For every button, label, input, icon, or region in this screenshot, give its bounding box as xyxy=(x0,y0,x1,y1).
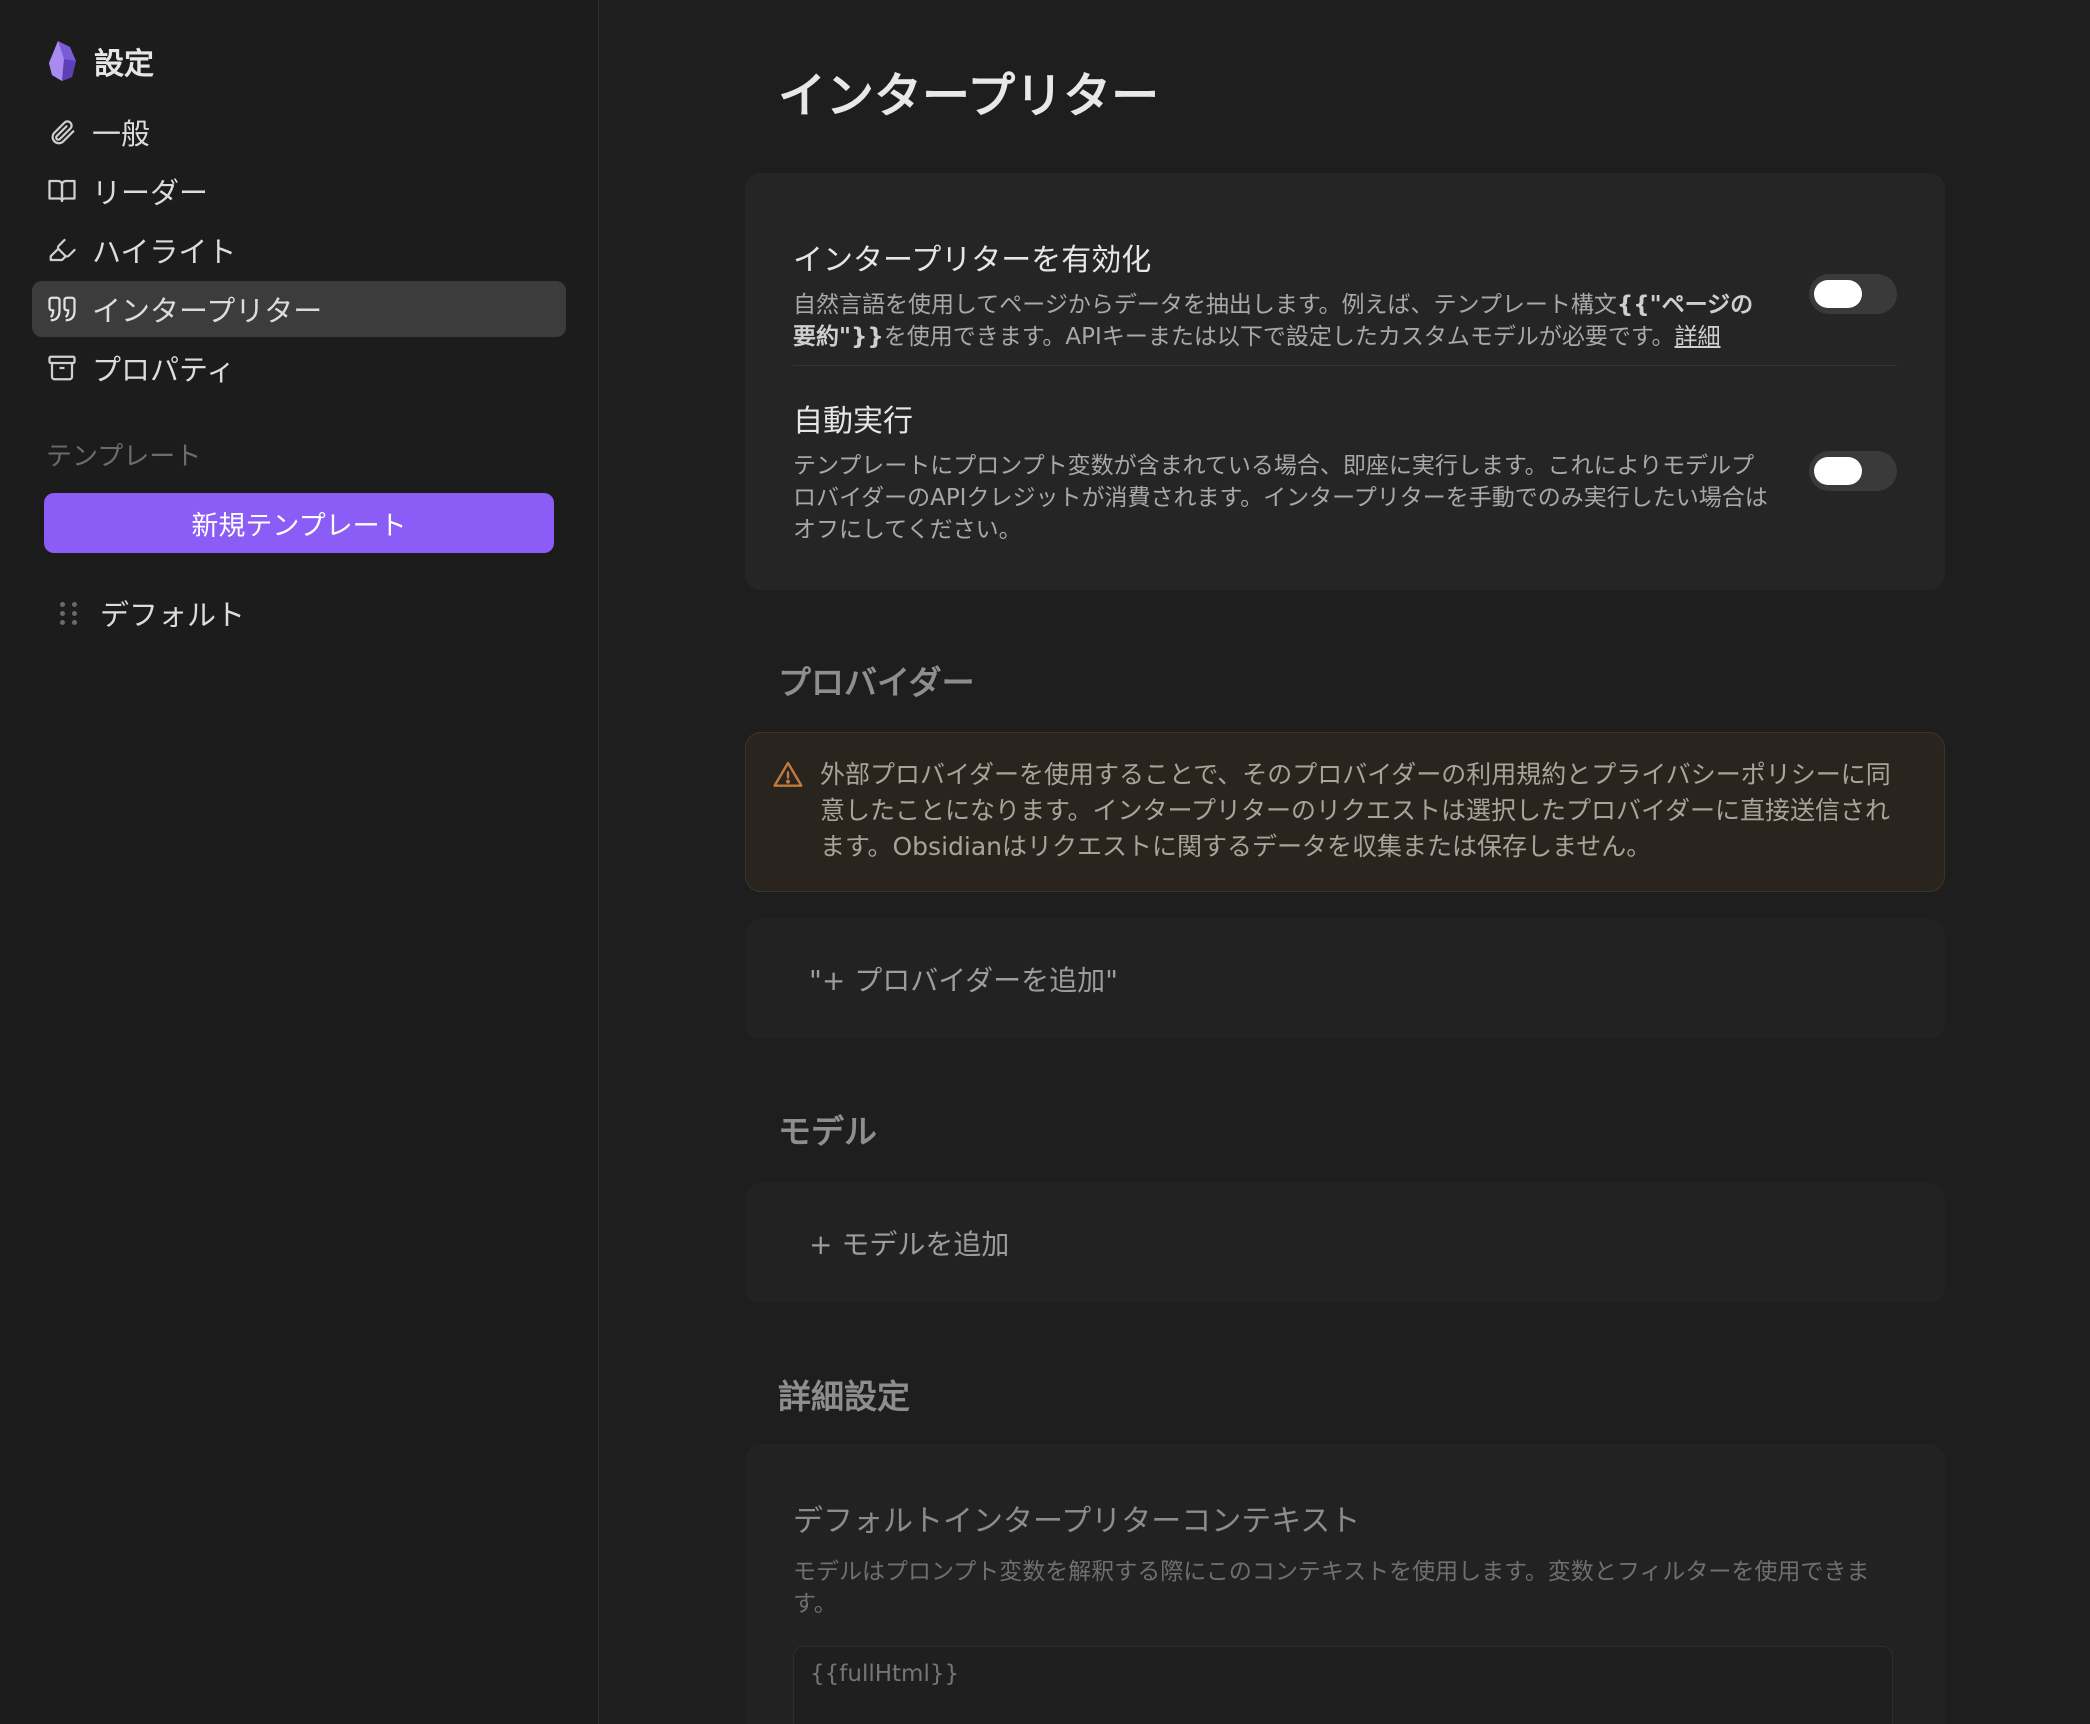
book-open-icon xyxy=(46,175,78,207)
sidebar-item-label: プロパティ xyxy=(92,353,236,387)
sidebar-item-label: ハイライト xyxy=(92,235,237,269)
warning-triangle-icon xyxy=(773,761,803,787)
settings-window: 設定 一般 リーダー ハイライト インタープリター プロパティ テンプレート 新… xyxy=(0,0,2090,1724)
setting-enable-interpreter: インタープリターを有効化 自然言語を使用してページからデータを抽出します。例えば… xyxy=(793,173,1897,366)
sidebar-item-reader[interactable]: リーダー xyxy=(32,163,566,219)
setting-name: 自動実行 xyxy=(793,404,913,439)
desc-text: を使用できます。APIキーまたは以下で設定したカスタムモデルが必要です。 xyxy=(883,324,1675,350)
sidebar-item-label: 一般 xyxy=(92,117,151,151)
sidebar-item-label: インタープリター xyxy=(92,294,323,328)
setting-description: テンプレートにプロンプト変数が含まれている場合、即座に実行します。これによりモデ… xyxy=(793,453,1768,543)
template-label: デフォルト xyxy=(100,598,246,632)
templates-section-label: テンプレート xyxy=(46,442,202,472)
auto-run-toggle[interactable] xyxy=(1809,451,1897,491)
provider-warning-callout: 外部プロバイダーを使用することで、そのプロバイダーの利用規約とプライバシーポリシ… xyxy=(745,732,1945,892)
toggle-knob xyxy=(1814,280,1862,308)
sidebar-item-label: リーダー xyxy=(92,176,209,210)
interpreter-context-input[interactable] xyxy=(793,1646,1893,1724)
new-template-button[interactable]: 新規テンプレート xyxy=(44,493,554,553)
interpreter-settings-card: インタープリターを有効化 自然言語を使用してページからデータを抽出します。例えば… xyxy=(745,173,1945,590)
add-model-button[interactable]: + モデルを追加 xyxy=(745,1183,1945,1303)
models-section-title: モデル xyxy=(778,1112,877,1151)
sidebar-item-highlights[interactable]: ハイライト xyxy=(32,222,566,278)
setting-description: 自然言語を使用してページからデータを抽出します。例えば、テンプレート構文{{"ペ… xyxy=(793,289,1773,353)
warning-text: 外部プロバイダーを使用することで、そのプロバイダーの利用規約とプライバシーポリシ… xyxy=(820,760,1891,861)
setting-description: モデルはプロンプト変数を解釈する際にこのコンテキストを使用します。変数とフィルタ… xyxy=(793,1559,1870,1617)
paperclip-icon xyxy=(46,116,78,148)
add-provider-button[interactable]: "+ プロバイダーを追加" xyxy=(745,919,1945,1039)
sidebar-header: 設定 xyxy=(32,36,566,86)
main-content: インタープリター インタープリターを有効化 自然言語を使用してページからデータを… xyxy=(599,0,2090,1724)
setting-auto-run: 自動実行 テンプレートにプロンプト変数が含まれている場合、即座に実行します。これ… xyxy=(793,366,1897,546)
advanced-settings-card: デフォルトインタープリターコンテキスト モデルはプロンプト変数を解釈する際にこの… xyxy=(745,1444,1945,1724)
sidebar: 設定 一般 リーダー ハイライト インタープリター プロパティ テンプレート 新… xyxy=(0,0,599,1724)
advanced-section-title: 詳細設定 xyxy=(778,1377,910,1416)
obsidian-logo-icon xyxy=(49,41,76,81)
page-title: インタープリター xyxy=(778,68,1160,124)
sidebar-item-properties[interactable]: プロパティ xyxy=(32,340,566,396)
highlighter-icon xyxy=(46,234,78,266)
details-link[interactable]: 詳細 xyxy=(1675,324,1721,350)
quote-icon xyxy=(46,293,78,325)
archive-icon xyxy=(46,352,78,384)
sidebar-title: 設定 xyxy=(94,47,154,82)
setting-name: インタープリターを有効化 xyxy=(793,243,1152,278)
desc-text: 自然言語を使用してページからデータを抽出します。例えば、テンプレート構文 xyxy=(793,292,1617,318)
toggle-knob xyxy=(1814,457,1862,485)
sidebar-item-interpreter[interactable]: インタープリター xyxy=(32,281,566,337)
enable-interpreter-toggle[interactable] xyxy=(1809,274,1897,314)
setting-name: デフォルトインタープリターコンテキスト xyxy=(793,1504,1361,1539)
sidebar-item-general[interactable]: 一般 xyxy=(32,104,566,160)
drag-handle-icon[interactable] xyxy=(60,599,78,627)
providers-section-title: プロバイダー xyxy=(778,663,975,702)
template-item-default[interactable]: デフォルト xyxy=(32,583,566,643)
